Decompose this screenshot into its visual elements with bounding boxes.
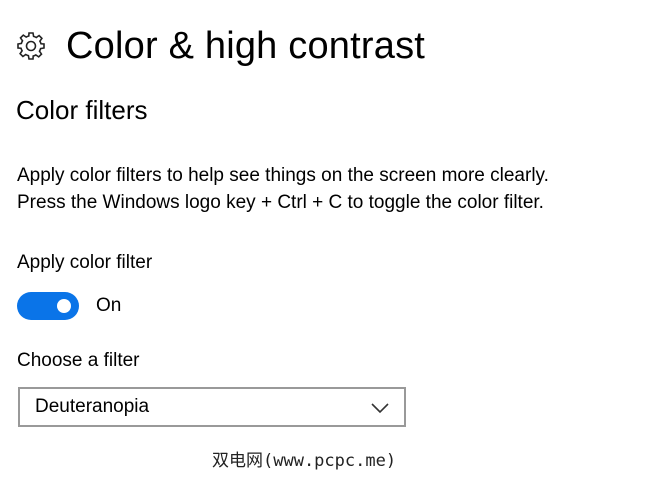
apply-color-filter-row: On xyxy=(17,291,121,321)
description: Apply color filters to help see things o… xyxy=(17,162,657,216)
filter-dropdown[interactable]: Deuteranopia xyxy=(18,387,406,427)
apply-color-filter-toggle[interactable] xyxy=(17,292,79,320)
description-line-2: Press the Windows logo key + Ctrl + C to… xyxy=(17,192,544,213)
section-title: Color filters xyxy=(16,95,148,125)
choose-filter-label: Choose a filter xyxy=(17,350,140,371)
toggle-state-label: On xyxy=(96,295,122,316)
chevron-down-icon xyxy=(370,401,390,414)
watermark: 双电网(www.pcpc.me) xyxy=(212,451,397,471)
description-line-1: Apply color filters to help see things o… xyxy=(17,165,549,186)
gear-icon xyxy=(16,31,46,61)
toggle-knob xyxy=(57,299,71,313)
filter-dropdown-value: Deuteranopia xyxy=(35,396,150,417)
page-header: Color & high contrast xyxy=(16,22,425,70)
apply-color-filter-label: Apply color filter xyxy=(17,252,153,273)
page-title: Color & high contrast xyxy=(66,24,426,67)
